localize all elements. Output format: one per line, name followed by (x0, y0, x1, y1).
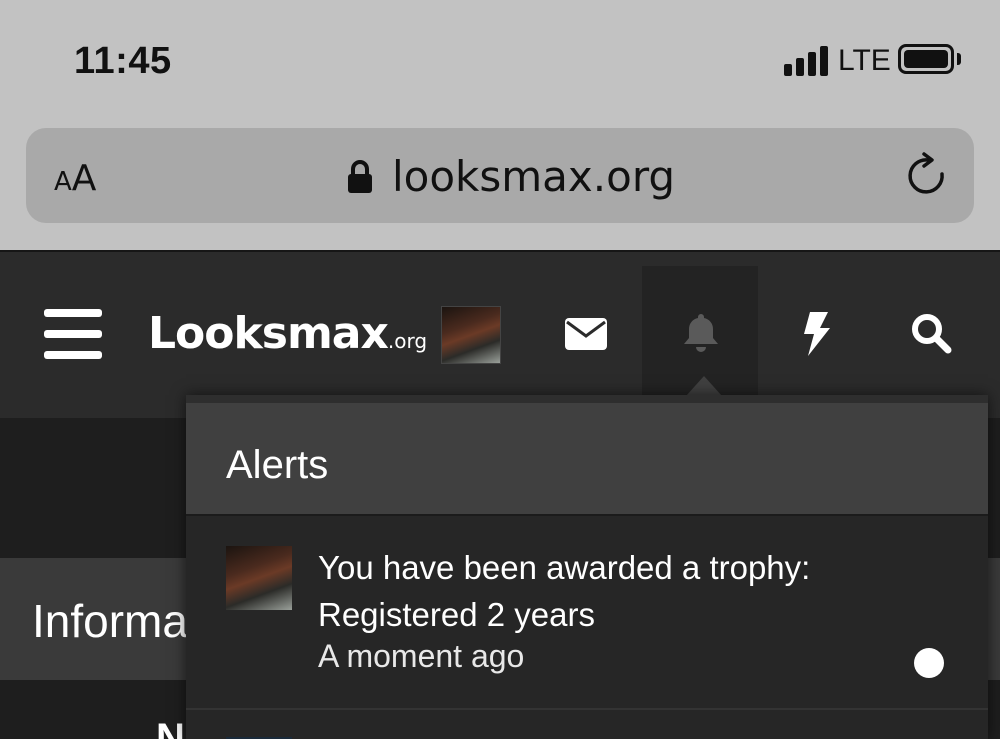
text-size-large: A (71, 158, 97, 199)
unread-indicator[interactable] (914, 648, 944, 678)
signal-icon (784, 46, 830, 76)
network-label: LTE (838, 44, 891, 77)
bell-icon[interactable] (682, 312, 720, 354)
alert-time: A moment ago (318, 638, 525, 674)
url-text[interactable]: looksmax.org (392, 152, 675, 201)
bolt-icon[interactable] (802, 312, 832, 356)
alert-text[interactable]: You have been awarded a trophy: Register… (318, 544, 918, 638)
menu-icon[interactable] (44, 309, 102, 359)
alerts-dropdown: Alerts You have been awarded a trophy: R… (186, 395, 988, 739)
search-icon[interactable] (910, 312, 952, 354)
text-size-button[interactable]: AA (54, 158, 96, 199)
alerts-header: Alerts (186, 403, 988, 516)
battery-icon (898, 44, 954, 74)
alert-avatar[interactable] (226, 546, 292, 610)
section-title: Informa (32, 595, 188, 647)
text-size-small: A (54, 167, 72, 197)
alert-divider (186, 708, 988, 710)
dropdown-pointer (686, 376, 722, 396)
mail-icon[interactable] (565, 318, 607, 350)
partial-text: N (156, 716, 185, 739)
reload-icon[interactable] (904, 152, 952, 200)
status-time: 11:45 (74, 40, 172, 82)
logo-main: Looksmax (148, 308, 389, 359)
site-logo[interactable]: Looksmax.org (148, 308, 427, 359)
alert-item[interactable]: You have been awarded a trophy: Register… (186, 518, 988, 708)
logo-suffix: .org (387, 329, 428, 353)
user-avatar[interactable] (441, 306, 501, 364)
battery-nub (957, 53, 961, 65)
lock-icon (348, 160, 372, 193)
alerts-title: Alerts (226, 443, 329, 487)
